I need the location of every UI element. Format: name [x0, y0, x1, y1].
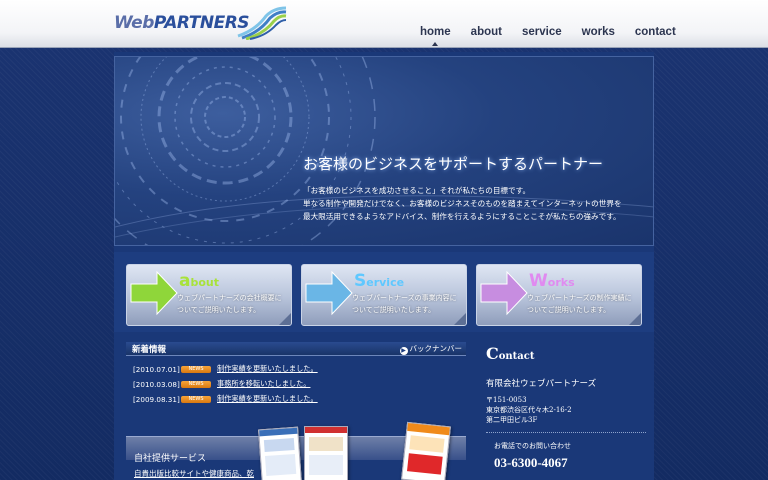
news-badge: NEWS [181, 380, 211, 388]
news-link[interactable]: 事務所を移転いたしました。 [217, 379, 310, 389]
arrow-right-icon [480, 270, 528, 316]
news-title: 新着情報 [132, 345, 167, 355]
nav-about[interactable]: about [471, 26, 502, 38]
company-address: 〒151-0053 東京都渋谷区代々木2-16-2 第二甲田ビル3F [486, 396, 572, 424]
hero-title: お客様のビジネスをサポートするパートナー [303, 155, 604, 173]
card-about[interactable]: about ウェブパートナーズの会社概要に ついてご説明いたします。 [126, 264, 292, 326]
arrow-circle-icon: ▶ [399, 347, 408, 355]
contact-panel: Contact 有限会社ウェブパートナーズ 〒151-0053 東京都渋谷区代々… [486, 344, 646, 471]
services-title: 自社提供サービス [134, 454, 207, 464]
hero-description: 「お客様のビジネスを成功させること」それが私たちの目標です。 単なる制作や開発だ… [303, 186, 622, 221]
company-name: 有限会社ウェブパートナーズ [486, 379, 597, 389]
news-item: [2010.07.01] NEWS 制作実績を更新いたしました。 [133, 364, 318, 374]
main-container: お客様のビジネスをサポートするパートナー 「お客様のビジネスを成功させること」そ… [114, 52, 654, 480]
nav-home[interactable]: home [420, 26, 451, 46]
card-works[interactable]: Works ウェブパートナーズの制作実績に ついてご説明いたします。 [476, 264, 642, 326]
feature-cards: about ウェブパートナーズの会社概要に ついてご説明いたします。 Servic… [114, 252, 654, 332]
news-item: [2010.03.08] NEWS 事務所を移転いたしました。 [133, 379, 311, 389]
news-badge: NEWS [181, 365, 211, 373]
nav-contact[interactable]: contact [635, 26, 676, 38]
arrow-right-icon [130, 270, 178, 316]
main-nav: home about service works contact [420, 26, 696, 46]
card-service[interactable]: Service ウェブパートナーズの事業内容に ついてご説明いたします。 [301, 264, 467, 326]
news-item: [2009.08.31] NEWS 制作実績を更新いたしました。 [133, 394, 318, 404]
back-number-link[interactable]: ▶ バックナンバー [399, 343, 462, 355]
news-header: 新着情報 ▶ バックナンバー [126, 342, 466, 356]
site-logo[interactable]: WebPARTNERS [114, 13, 250, 33]
service-flyer-image[interactable] [258, 426, 302, 480]
logo-swoosh-icon [237, 6, 287, 40]
nav-works[interactable]: works [582, 26, 615, 38]
news-link[interactable]: 制作実績を更新いたしました。 [217, 364, 318, 374]
phone-number[interactable]: 03-6300-4067 [486, 455, 646, 471]
site-header: WebPARTNERS home about service works con… [0, 0, 768, 48]
phone-label: お電話でのお問い合わせ [494, 442, 571, 450]
news-link[interactable]: 制作実績を更新いたしました。 [217, 394, 318, 404]
service-flyer-image[interactable] [401, 421, 451, 480]
nav-service[interactable]: service [522, 26, 562, 38]
arrow-right-icon [305, 270, 353, 316]
hero-banner: お客様のビジネスをサポートするパートナー 「お客様のビジネスを成功させること」そ… [114, 56, 654, 246]
service-flyer-image[interactable] [304, 426, 348, 480]
news-badge: NEWS [181, 395, 211, 403]
contact-title: Contact [486, 344, 535, 363]
services-description[interactable]: 自貴出版比較サイトや健康商品、乾 [134, 468, 254, 479]
